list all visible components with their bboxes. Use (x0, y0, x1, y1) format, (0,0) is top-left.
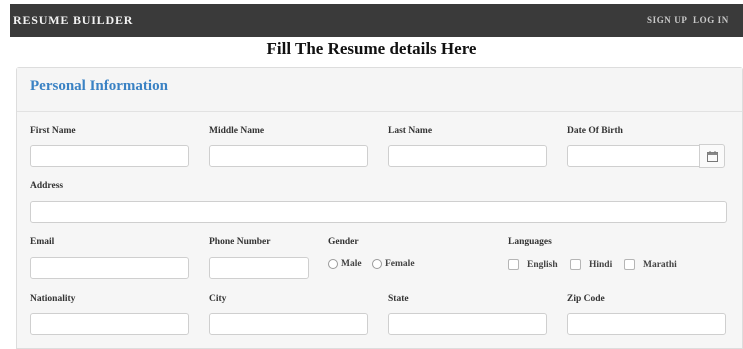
checkbox-hindi[interactable] (570, 259, 581, 270)
email-input[interactable] (30, 257, 189, 279)
language-option-english[interactable]: English (508, 259, 558, 270)
panel-body: First Name Middle Name Last Name Date Of… (17, 112, 742, 348)
language-option-marathi[interactable]: Marathi (624, 259, 677, 270)
phone-label: Phone Number (209, 237, 271, 247)
city-label: City (209, 294, 227, 304)
dob-calendar-button[interactable] (699, 144, 725, 168)
log-in-link[interactable]: LOG IN (693, 15, 729, 25)
zip-label: Zip Code (567, 294, 605, 304)
last-name-input[interactable] (388, 145, 547, 167)
brand-logo-text[interactable]: RESUME BUILDER (13, 13, 133, 28)
address-label: Address (30, 181, 64, 191)
sign-up-link[interactable]: SIGN UP (647, 15, 687, 25)
calendar-icon (707, 151, 718, 162)
dob-input[interactable] (567, 145, 700, 167)
state-input[interactable] (388, 313, 547, 335)
personal-info-panel: Personal Information First Name Middle N… (16, 67, 743, 349)
first-name-label: First Name (30, 126, 76, 136)
gender-option-male[interactable]: Male (328, 259, 362, 269)
zip-input[interactable] (567, 313, 726, 335)
city-input[interactable] (209, 313, 368, 335)
gender-option-female[interactable]: Female (372, 259, 415, 269)
middle-name-label: Middle Name (209, 126, 265, 136)
panel-header: Personal Information (17, 68, 742, 112)
dob-label: Date Of Birth (567, 126, 623, 136)
radio-male[interactable] (328, 259, 338, 269)
top-navbar: RESUME BUILDER SIGN UP LOG IN (10, 4, 743, 37)
radio-female[interactable] (372, 259, 382, 269)
page-heading: Fill The Resume details Here (266, 39, 477, 58)
checkbox-english[interactable] (508, 259, 519, 270)
languages-label: Languages (508, 237, 552, 247)
panel-title: Personal Information (30, 78, 168, 94)
last-name-label: Last Name (388, 126, 433, 136)
middle-name-input[interactable] (209, 145, 368, 167)
nationality-label: Nationality (30, 294, 76, 304)
checkbox-marathi[interactable] (624, 259, 635, 270)
first-name-input[interactable] (30, 145, 189, 167)
nationality-input[interactable] (30, 313, 189, 335)
phone-input[interactable] (209, 257, 309, 279)
state-label: State (388, 294, 409, 304)
language-option-hindi[interactable]: Hindi (570, 259, 612, 270)
address-input[interactable] (30, 201, 727, 223)
gender-label: Gender (328, 237, 359, 247)
email-label: Email (30, 237, 55, 247)
